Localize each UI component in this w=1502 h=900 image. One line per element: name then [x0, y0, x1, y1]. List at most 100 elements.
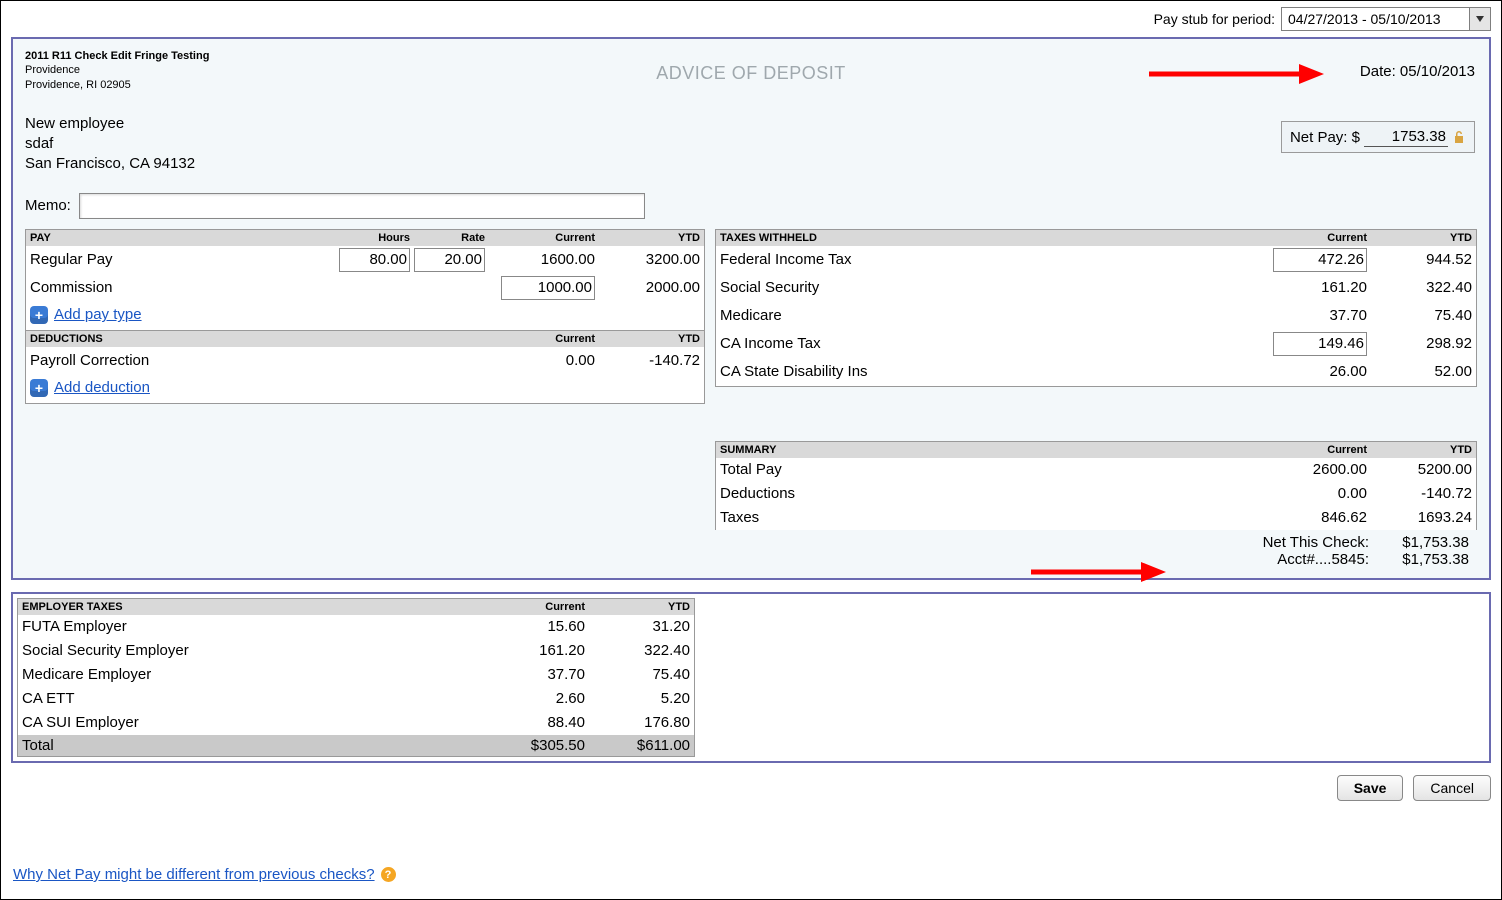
emptax-total-label: Total [22, 737, 475, 754]
sum-title: SUMMARY [720, 444, 1257, 456]
tax-row: CA State Disability Ins 26.00 52.00 [716, 358, 1476, 386]
pay-col-ytd: YTD [595, 232, 700, 244]
save-button[interactable]: Save [1337, 775, 1404, 801]
emptax-name: Social Security Employer [22, 642, 475, 659]
period-value: 04/27/2013 - 05/10/2013 [1282, 9, 1469, 29]
emptax-ytd: 31.20 [585, 618, 690, 635]
acct-value: $1,753.38 [1379, 551, 1469, 568]
employer-line1: 2011 R11 Check Edit Fringe Testing [25, 49, 1477, 63]
employee-line2: sdaf [25, 134, 1477, 154]
add-deduction-link[interactable]: Add deduction [54, 379, 150, 396]
emptax-row: Social Security Employer 161.20 322.40 [18, 639, 694, 663]
taxes-panel: TAXES WITHHELD Current YTD Federal Incom… [715, 229, 1477, 387]
memo-input[interactable] [79, 193, 645, 219]
ded-name: Payroll Correction [30, 352, 485, 369]
help-icon[interactable]: ? [381, 867, 396, 882]
tax-col-current: Current [1257, 232, 1367, 244]
tax-name: Social Security [720, 279, 1257, 296]
emptax-total-row: Total $305.50 $611.00 [18, 735, 694, 756]
period-dropdown-button[interactable] [1469, 8, 1490, 30]
period-label: Pay stub for period: [1154, 11, 1275, 27]
summary-row: Taxes 846.62 1693.24 [716, 506, 1476, 530]
current-input[interactable] [501, 276, 595, 300]
summary-footer: Net This Check:$1,753.38 Acct#....5845:$… [715, 530, 1477, 568]
pay-name: Commission [30, 279, 335, 296]
emptax-ytd: 322.40 [585, 642, 690, 659]
netpay-input[interactable] [1364, 127, 1448, 147]
tax-ytd: 322.40 [1367, 279, 1472, 296]
pay-ytd: 2000.00 [595, 279, 700, 296]
tax-current: 161.20 [1321, 279, 1367, 296]
employer-taxes-panel: EMPLOYER TAXES Current YTD FUTA Employer… [17, 598, 695, 757]
tax-name: Medicare [720, 307, 1257, 324]
emptax-row: CA ETT 2.60 5.20 [18, 687, 694, 711]
employee-line1: New employee [25, 114, 1477, 134]
deductions-panel: DEDUCTIONS Current YTD Payroll Correctio… [25, 331, 705, 404]
summary-row: Total Pay 2600.00 5200.00 [716, 458, 1476, 482]
tax-ytd: 944.52 [1367, 251, 1472, 268]
pay-panel: PAY Hours Rate Current YTD Regular Pay 1… [25, 229, 705, 331]
tax-current-input[interactable] [1273, 332, 1367, 356]
emptax-col-current: Current [475, 601, 585, 613]
advice-heading: ADVICE OF DEPOSIT [13, 63, 1489, 84]
emptax-current: 161.20 [475, 642, 585, 659]
sum-ytd: -140.72 [1367, 485, 1472, 502]
ded-current: 0.00 [485, 352, 595, 369]
tax-current-input[interactable] [1273, 248, 1367, 272]
emptax-ytd: 5.20 [585, 690, 690, 707]
sum-col-ytd: YTD [1367, 444, 1472, 456]
tax-col-ytd: YTD [1367, 232, 1472, 244]
ded-col-current: Current [485, 333, 595, 345]
emptax-name: CA ETT [22, 690, 475, 707]
emptax-ytd: 176.80 [585, 714, 690, 731]
tax-current: 37.70 [1329, 307, 1367, 324]
date-label: Date: [1360, 63, 1396, 80]
emptax-current: 2.60 [475, 690, 585, 707]
why-netpay-link[interactable]: Why Net Pay might be different from prev… [13, 866, 375, 883]
check-date: Date: 05/10/2013 [1360, 63, 1475, 80]
tax-row: Social Security 161.20 322.40 [716, 274, 1476, 302]
sum-name: Taxes [720, 509, 1257, 526]
emptax-row: CA SUI Employer 88.40 176.80 [18, 711, 694, 735]
sum-current: 846.62 [1257, 509, 1367, 526]
date-value: 05/10/2013 [1400, 63, 1475, 80]
netcheck-label: Net This Check: [1229, 534, 1369, 551]
plus-icon[interactable]: + [30, 379, 48, 397]
add-pay-type-link[interactable]: Add pay type [54, 306, 142, 323]
plus-icon[interactable]: + [30, 306, 48, 324]
pay-col-rate: Rate [410, 232, 485, 244]
ded-col-ytd: YTD [595, 333, 700, 345]
summary-row: Deductions 0.00 -140.72 [716, 482, 1476, 506]
ded-title: DEDUCTIONS [30, 333, 485, 345]
sum-name: Total Pay [720, 461, 1257, 478]
emptax-name: CA SUI Employer [22, 714, 475, 731]
tax-title: TAXES WITHHELD [720, 232, 1257, 244]
sum-current: 0.00 [1257, 485, 1367, 502]
rate-input[interactable] [414, 248, 485, 272]
tax-name: CA State Disability Ins [720, 363, 1257, 380]
tax-name: Federal Income Tax [720, 251, 1257, 268]
employer-taxes-container: EMPLOYER TAXES Current YTD FUTA Employer… [11, 592, 1491, 763]
pay-row: Regular Pay 1600.00 3200.00 [26, 246, 704, 274]
pay-current: 1600.00 [541, 251, 595, 268]
summary-panel: SUMMARY Current YTD Total Pay 2600.00 52… [715, 441, 1477, 530]
period-dropdown[interactable]: 04/27/2013 - 05/10/2013 [1281, 7, 1491, 31]
sum-ytd: 5200.00 [1367, 461, 1472, 478]
cancel-button[interactable]: Cancel [1413, 775, 1491, 801]
lock-icon[interactable] [1452, 130, 1466, 144]
paystub-panel: 2011 R11 Check Edit Fringe Testing Provi… [11, 37, 1491, 580]
emptax-title: EMPLOYER TAXES [22, 601, 475, 613]
hours-input[interactable] [339, 248, 410, 272]
pay-row: Commission 2000.00 [26, 274, 704, 302]
emptax-total-ytd: $611.00 [585, 737, 690, 754]
tax-row: CA Income Tax 298.92 [716, 330, 1476, 358]
save-button-label: Save [1354, 780, 1387, 796]
sum-name: Deductions [720, 485, 1257, 502]
tax-ytd: 75.40 [1367, 307, 1472, 324]
tax-name: CA Income Tax [720, 335, 1257, 352]
acct-label: Acct#....5845: [1229, 551, 1369, 568]
netpay-label: Net Pay: $ [1290, 129, 1360, 146]
pay-col-current: Current [485, 232, 595, 244]
sum-current: 2600.00 [1257, 461, 1367, 478]
chevron-down-icon [1476, 16, 1484, 22]
